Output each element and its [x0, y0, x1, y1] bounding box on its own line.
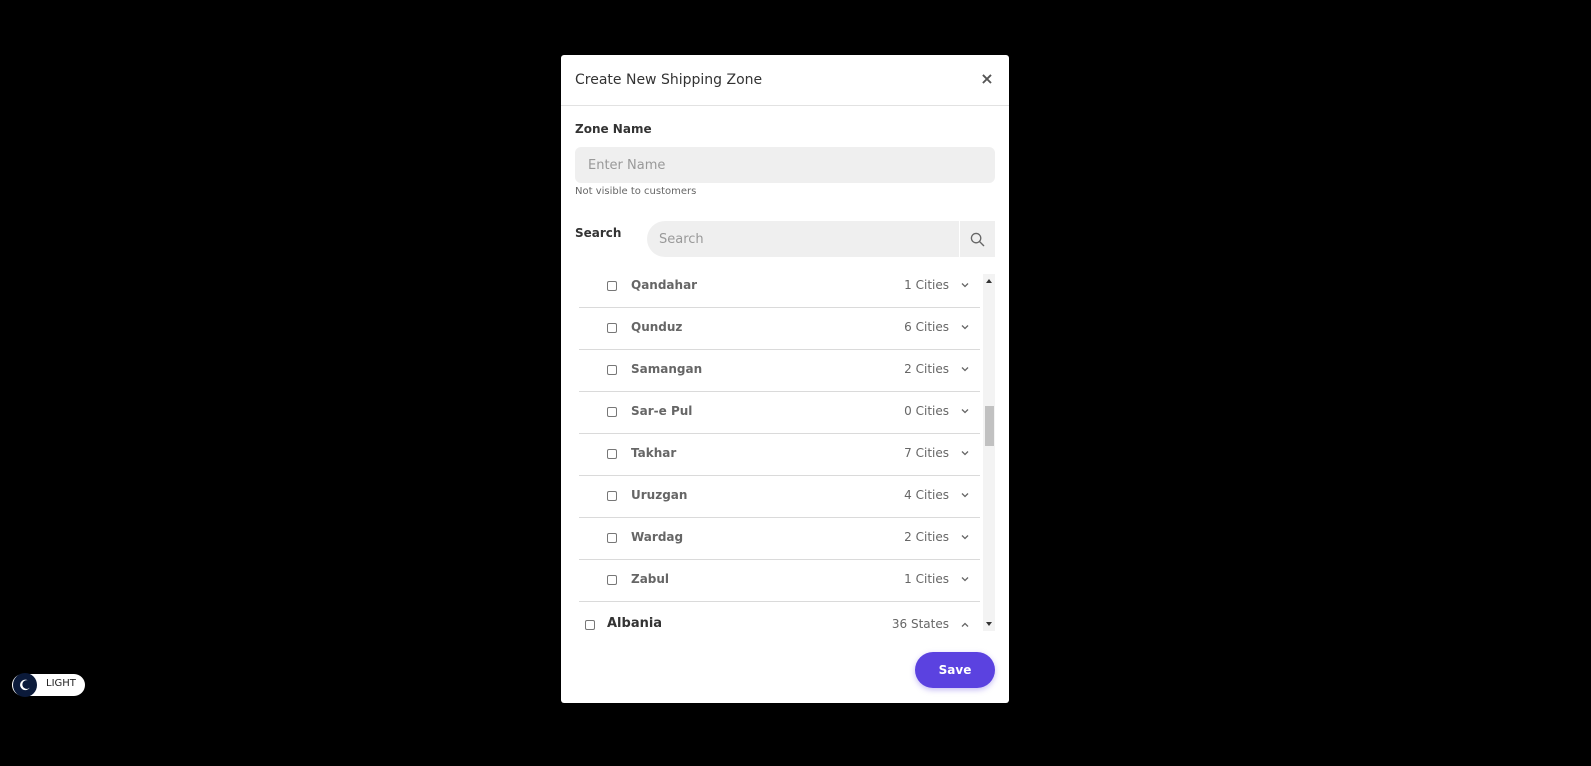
state-checkbox[interactable]: [607, 365, 617, 375]
state-city-count: 6 Cities: [904, 320, 949, 334]
state-name: Samangan: [631, 362, 703, 376]
state-row[interactable]: Qunduz 6 Cities: [579, 308, 980, 350]
search-icon: [970, 232, 985, 246]
country-state-count: 36 States: [891, 617, 949, 631]
zone-name-label: Zone Name: [575, 122, 652, 136]
state-checkbox[interactable]: [607, 323, 617, 333]
state-checkbox[interactable]: [607, 575, 617, 585]
modal-title: Create New Shipping Zone: [575, 72, 763, 88]
zone-name-hint: Not visible to customers: [575, 186, 697, 197]
chevron-down-icon[interactable]: [960, 322, 970, 332]
chevron-down-icon[interactable]: [960, 532, 970, 542]
state-name: Zabul: [631, 572, 670, 586]
country-name: Albania: [607, 616, 663, 631]
moon-icon: [13, 673, 37, 697]
scroll-down-arrow[interactable]: [986, 622, 992, 626]
state-checkbox[interactable]: [607, 491, 617, 501]
state-row[interactable]: Sar-e Pul 0 Cities: [579, 392, 980, 434]
state-name: Qandahar: [631, 278, 698, 292]
state-city-count: 2 Cities: [904, 530, 949, 544]
state-name: Uruzgan: [631, 488, 688, 502]
state-name: Wardag: [631, 530, 684, 544]
country-row[interactable]: Albania 36 States: [575, 611, 980, 631]
state-name: Sar-e Pul: [631, 404, 693, 418]
state-name: Qunduz: [631, 320, 683, 334]
modal-header: Create New Shipping Zone ×: [561, 55, 1009, 106]
chevron-down-icon[interactable]: [960, 280, 970, 290]
state-row[interactable]: Qandahar 1 Cities: [579, 274, 980, 308]
state-city-count: 7 Cities: [904, 446, 949, 460]
shipping-zone-modal: Create New Shipping Zone × Zone Name Not…: [561, 55, 1009, 703]
search-label: Search: [575, 226, 622, 240]
state-name: Takhar: [631, 446, 677, 460]
state-row[interactable]: Uruzgan 4 Cities: [579, 476, 980, 518]
zone-name-input[interactable]: [575, 147, 995, 183]
chevron-up-icon[interactable]: [960, 620, 970, 630]
scroll-thumb[interactable]: [985, 406, 994, 446]
state-row[interactable]: Samangan 2 Cities: [579, 350, 980, 392]
chevron-down-icon[interactable]: [960, 448, 970, 458]
state-city-count: 2 Cities: [904, 362, 949, 376]
scroll-up-arrow[interactable]: [986, 279, 992, 283]
state-checkbox[interactable]: [607, 533, 617, 543]
chevron-down-icon[interactable]: [960, 490, 970, 500]
state-row[interactable]: Wardag 2 Cities: [579, 518, 980, 560]
country-checkbox[interactable]: [585, 620, 595, 630]
state-city-count: 4 Cities: [904, 488, 949, 502]
chevron-down-icon[interactable]: [960, 574, 970, 584]
chevron-down-icon[interactable]: [960, 364, 970, 374]
theme-toggle-label: LIGHT: [46, 678, 76, 689]
chevron-down-icon[interactable]: [960, 406, 970, 416]
state-checkbox[interactable]: [607, 281, 617, 291]
state-row[interactable]: Takhar 7 Cities: [579, 434, 980, 476]
state-city-count: 1 Cities: [904, 278, 949, 292]
search-box: [647, 221, 995, 257]
search-button[interactable]: [959, 221, 995, 257]
save-button[interactable]: Save: [915, 652, 995, 688]
state-row[interactable]: Zabul 1 Cities: [579, 560, 980, 602]
list-scrollbar[interactable]: [983, 274, 995, 631]
state-checkbox[interactable]: [607, 449, 617, 459]
close-icon[interactable]: ×: [979, 69, 995, 89]
theme-toggle[interactable]: LIGHT: [12, 673, 85, 697]
state-city-count: 0 Cities: [904, 404, 949, 418]
state-checkbox[interactable]: [607, 407, 617, 417]
search-input[interactable]: [647, 221, 959, 257]
state-city-count: 1 Cities: [904, 572, 949, 586]
region-list: Qandahar 1 Cities Qunduz 6 Cities Samang…: [575, 274, 995, 631]
